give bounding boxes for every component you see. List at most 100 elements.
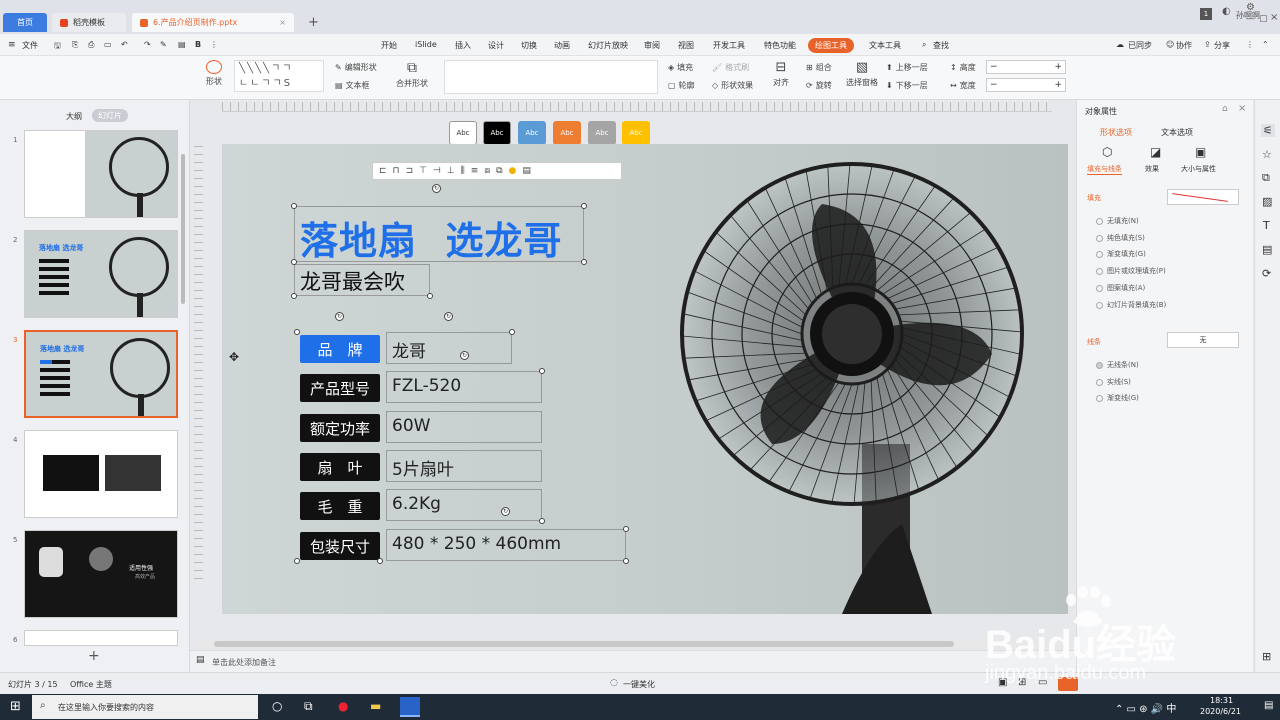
format-painter-button[interactable]: 🖌 格式刷 [712,62,749,73]
align-middle-icon[interactable]: ⊣ [433,166,441,176]
save-icon[interactable]: 🖫 [54,40,61,54]
slide-thumbnail-5[interactable]: 适用性强 高效产品 [24,530,178,618]
spec-label-power[interactable]: 额定功率 [300,414,380,442]
slide-title[interactable]: 落地扇 选龙哥 [300,210,562,265]
bold-icon[interactable]: B [195,40,201,49]
maximize-icon[interactable]: ▢ [1259,14,1268,24]
horizontal-scrollbar[interactable] [200,640,1070,648]
radio-no-fill[interactable]: 无填充(N) [1096,216,1139,226]
menu-start[interactable]: 开始 [381,40,397,51]
edit-shape-button[interactable]: ✎ 编辑形状 [335,62,377,73]
radio-no-line[interactable]: 无线条(N) [1096,360,1139,370]
lightbulb-icon[interactable]: ● [509,166,517,176]
rotate-handle[interactable]: ↻ [432,184,441,193]
tab-file[interactable]: 6.产品介绍页制作.pptx × [132,13,294,32]
menu-search[interactable]: 查找 [933,40,949,51]
rotate-button[interactable]: ⟳ 旋转 [806,80,832,91]
subtab-effect[interactable]: 效果 [1145,164,1159,174]
scrollbar-thumb[interactable] [214,641,954,647]
spec-value-brand[interactable]: 龙哥 [392,337,426,362]
export-icon[interactable]: ⎘ [72,40,78,50]
align-right-icon[interactable]: ⊐ [406,166,414,176]
height-stepper[interactable]: − + [986,60,1066,74]
distribute-v-icon[interactable]: ≡ [471,166,479,176]
slide-subtitle[interactable]: 龙哥最会吹 [300,266,405,296]
beautify-button[interactable]: 一键美化 [623,679,655,690]
align-bottom-icon[interactable]: ⊥ [447,166,455,176]
panel-scrollbar[interactable] [181,154,185,304]
shape-gallery[interactable]: ╲╲╲╲ㄱㄱ ㄴㄴㄱㄱS [234,60,324,92]
menu-drawing-tools[interactable]: 绘图工具 [808,38,854,53]
radio-gradient-line[interactable]: 渐变线(G) [1096,393,1139,403]
properties-icon[interactable]: ⚟ [1261,124,1275,137]
slide-thumbnail-1[interactable] [24,130,178,218]
preview-icon[interactable]: ▭ [104,40,112,49]
tab-home[interactable]: 首页 [3,13,47,32]
spec-label-model[interactable]: 产品型号 [300,374,380,402]
print-icon[interactable]: ⎙ [88,40,94,50]
menu-synced[interactable]: 已同步 [1128,40,1152,51]
bring-forward-button[interactable]: ⬆ 上移一层 [886,62,928,73]
shape-effect-button[interactable]: ◇ 形状效果 [712,80,753,91]
slide-thumbnail-2[interactable]: 落地扇 选龙哥 [24,230,178,318]
search-icon[interactable]: ⌕ [922,40,926,50]
menu-design[interactable]: 设计 [488,40,504,51]
close-window-icon[interactable]: × [1270,12,1278,23]
more-options-icon[interactable]: ⋮ [1246,40,1254,49]
undo-icon[interactable]: ↶ [121,40,128,49]
radio-solid-fill[interactable]: 纯色填充(S) [1096,233,1145,243]
menu-features[interactable]: 特色功能 [764,40,796,51]
collapse-ribbon-icon[interactable]: ⌃ [1262,40,1269,49]
notes-area[interactable]: ▤ 单击此处添加备注 [190,650,1076,672]
normal-view-icon[interactable]: ▣ [998,677,1007,688]
width-stepper[interactable]: − + [986,78,1066,92]
menu-slideshow[interactable]: 幻灯片放映 [588,40,628,51]
text-box-button[interactable]: ▤ 文本框 [335,80,370,91]
text-icon[interactable]: T [1263,219,1270,232]
style-gray[interactable]: Abc [588,121,616,145]
copy-icon[interactable]: ⧉ [496,166,502,176]
spec-value-weight[interactable]: 6.2Kg [392,494,441,514]
effect-icon[interactable]: ◪ [1150,145,1161,159]
subtab-size[interactable]: 大小与属性 [1181,164,1216,174]
windows-start-icon[interactable]: ⊞ [10,699,21,714]
spec-value-blades[interactable]: 5片扇叶 [392,455,454,480]
style-blue[interactable]: Abc [518,121,546,145]
fill-section-title[interactable]: 填充 [1087,193,1101,203]
spec-label-weight[interactable]: 毛 重 [300,492,380,520]
menu-islide[interactable]: iSlide [415,40,437,49]
redo-icon[interactable]: ↷ [144,40,151,49]
format-painter-icon[interactable]: ✎ [160,40,167,49]
play-slideshow-icon[interactable] [1058,677,1078,691]
tab-shape-options[interactable]: 形状选项 [1100,127,1132,138]
beautify-icon[interactable]: ◌ [610,678,618,688]
align-button[interactable]: ⊟ 对齐 [773,60,789,88]
fill-color-select[interactable] [1167,189,1239,205]
avatar[interactable]: ◐ [1222,6,1231,17]
resize-handle[interactable] [539,368,545,374]
slide-canvas[interactable]: ⊏ ⊓ ⊐ ⊤ ⊣ ⊥ ⫼ ≡ ⧈ ⧉ ● ▤ ↻ 落地扇 选龙哥 龙哥最会吹 ↻ ↻ 品 牌… [222,144,1068,614]
outline-button[interactable]: ▢ 轮廓 [668,80,695,91]
theme-name[interactable]: Office 主题 [70,679,112,690]
copy-icon[interactable]: ⧉ [1262,171,1270,185]
menu-collab[interactable]: 协作 [1176,40,1192,51]
align-top-icon[interactable]: ⊤ [419,166,427,176]
slide-thumbnail-4[interactable] [24,430,178,518]
task-view-icon[interactable]: ○ [272,699,282,713]
menu-devtools[interactable]: 开发工具 [713,40,745,51]
reading-view-icon[interactable]: ▭ [1038,677,1047,688]
clipboard-icon[interactable]: ▤ [1262,243,1272,256]
fill-line-icon[interactable]: ⬡ [1102,145,1112,159]
distribute-h-icon[interactable]: ⫼ [461,166,465,176]
resize-handle[interactable] [623,558,629,564]
share-icon[interactable]: ⇪ [1204,40,1211,49]
menu-animation[interactable]: 动画 [554,40,570,51]
menu-insert[interactable]: 插入 [455,40,471,51]
multitask-icon[interactable]: ⧉ [304,699,313,714]
slide-thumbnail-6[interactable] [24,630,178,646]
resize-handle[interactable] [509,329,515,335]
line-select[interactable]: 无 [1167,332,1239,348]
record-app-icon[interactable]: ● [338,699,348,713]
resize-handle[interactable] [294,329,300,335]
collab-icon[interactable]: ☺ [1166,40,1174,49]
